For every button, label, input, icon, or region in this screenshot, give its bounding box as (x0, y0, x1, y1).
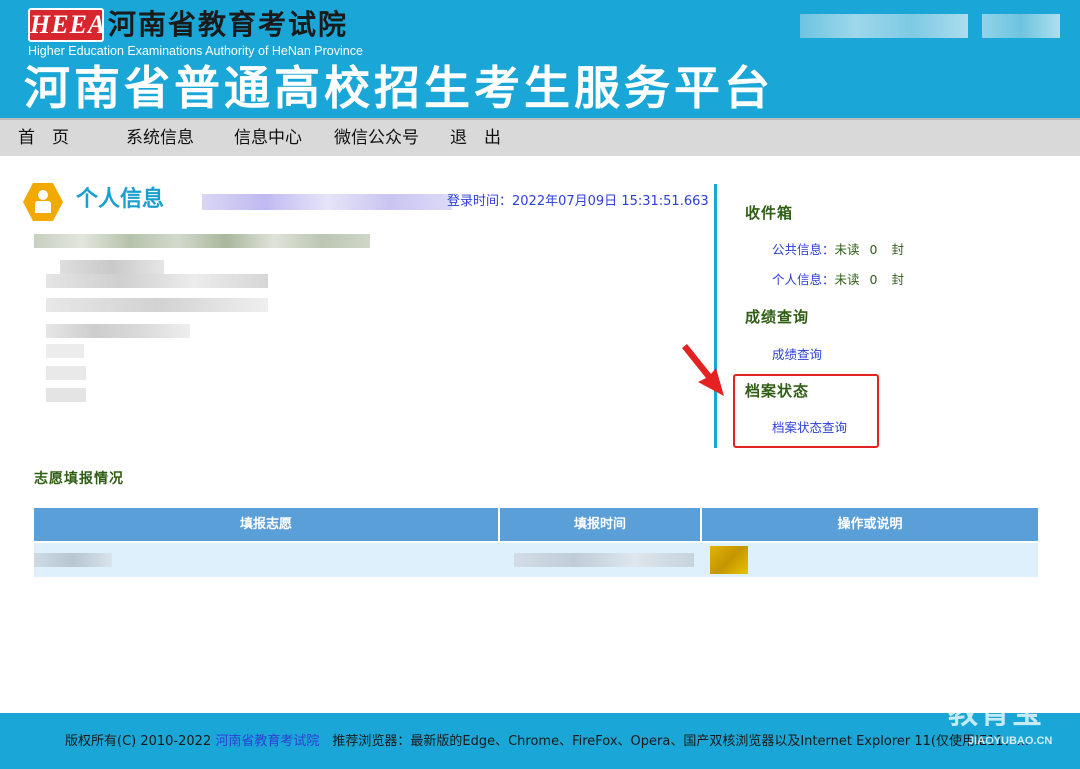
redacted-header-info (800, 14, 968, 38)
nav-info-center[interactable]: 信息中心 (234, 120, 302, 156)
footer-copyright: 版权所有(C) 2010-2022 (65, 734, 216, 749)
site-footer: 版权所有(C) 2010-2022 河南省教育考试院 推荐浏览器：最新版的Edg… (0, 713, 1080, 769)
footer-text: 版权所有(C) 2010-2022 河南省教育考试院 推荐浏览器：最新版的Edg… (65, 733, 1029, 751)
table-row (34, 543, 1038, 577)
red-arrow-annotation (682, 344, 724, 396)
login-time-label: 登录时间： (447, 194, 513, 209)
inbox-heading: 收件箱 (745, 204, 794, 222)
scores-row: 成绩查询 (772, 346, 822, 364)
public-info-count: 0 (869, 242, 878, 257)
inbox-public-row: 公共信息：未读 0 封 (772, 241, 904, 259)
watermark: 教育宝 (948, 696, 1044, 731)
scores-query-link[interactable]: 成绩查询 (772, 347, 822, 362)
col-volunteer: 填报志愿 (34, 508, 500, 541)
org-name-en: Higher Education Examinations Authority … (28, 44, 363, 58)
personal-info-title: 个人信息 (76, 187, 165, 212)
personal-info-link[interactable]: 个人信息： (772, 272, 835, 287)
nav-system-info[interactable]: 系统信息 (126, 120, 194, 156)
archive-highlight-box (733, 374, 879, 448)
personal-info-status: 未读 (834, 272, 860, 287)
login-time-value: 2022年07月09日 15:31:51.663 (512, 194, 709, 209)
redacted-header-info-2 (982, 14, 1060, 38)
volunteer-table-header: 填报志愿 填报时间 操作或说明 (34, 508, 1038, 541)
public-info-link[interactable]: 公共信息： (772, 242, 835, 257)
footer-org-link[interactable]: 河南省教育考试院 (215, 734, 319, 749)
nav-wechat[interactable]: 微信公众号 (334, 120, 419, 156)
redacted-user-name (202, 194, 452, 210)
person-icon (23, 183, 63, 221)
public-info-unit: 封 (891, 242, 904, 257)
volunteer-title: 志愿填报情况 (34, 471, 124, 487)
footer-browser-note: 推荐浏览器：最新版的Edge、Chrome、FireFox、Opera、国产双核… (319, 734, 1029, 749)
scores-heading: 成绩查询 (745, 308, 810, 326)
redacted-volunteer-cell (34, 543, 500, 577)
inbox-personal-row: 个人信息：未读 0 封 (772, 271, 904, 289)
col-time: 填报时间 (500, 508, 702, 541)
personal-info-count: 0 (869, 272, 878, 287)
redacted-time-cell (500, 543, 702, 577)
platform-title: 河南省普通高校招生考生服务平台 (24, 61, 774, 115)
heea-logo: HEEA (28, 8, 107, 42)
col-action: 操作或说明 (702, 508, 1038, 541)
volunteer-table: 填报志愿 填报时间 操作或说明 (34, 508, 1038, 577)
nav-logout[interactable]: 退 出 (450, 120, 501, 156)
personal-info-unit: 封 (891, 272, 904, 287)
org-name: 河南省教育考试院 (108, 8, 349, 41)
login-time: 登录时间：2022年07月09日 15:31:51.663 (447, 193, 709, 211)
public-info-status: 未读 (834, 242, 860, 257)
watermark-sub: JIAOYUBAO.CN (968, 735, 1053, 747)
vertical-divider (714, 184, 717, 448)
redacted-action-cell[interactable] (702, 543, 1038, 577)
nav-home[interactable]: 首 页 (18, 120, 69, 156)
site-header: HEEA 河南省教育考试院 Higher Education Examinati… (0, 0, 1080, 118)
main-nav: 首 页 系统信息 信息中心 微信公众号 退 出 (0, 118, 1080, 156)
logo-text: HEEA (30, 10, 107, 39)
